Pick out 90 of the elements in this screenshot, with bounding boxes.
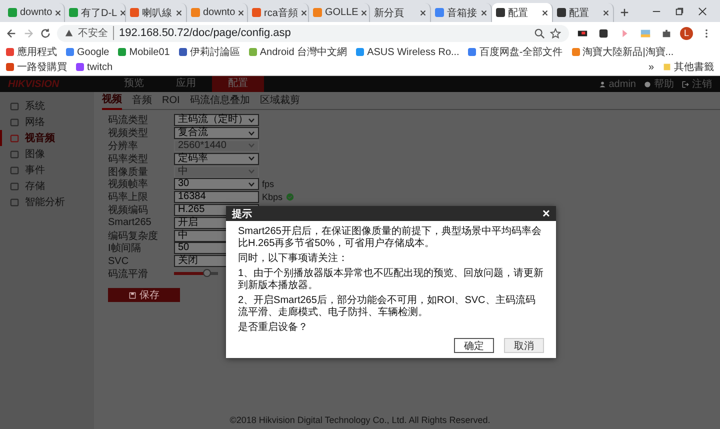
more-bookmarks-button[interactable]: » — [648, 62, 654, 72]
close-icon[interactable] — [481, 10, 487, 16]
bookmark[interactable]: Android 台灣中文網 — [248, 45, 348, 59]
close-icon[interactable] — [420, 10, 426, 16]
slider[interactable] — [174, 272, 218, 276]
bookmark[interactable]: 應用程式 — [6, 45, 57, 59]
close-icon[interactable] — [300, 10, 307, 16]
sidebar-item[interactable]: 智能分析 — [0, 194, 94, 210]
dropdown[interactable]: 复合流 — [174, 127, 259, 140]
profile-avatar[interactable]: L — [680, 26, 693, 40]
sidebar-item[interactable]: 图像 — [0, 146, 94, 162]
field-label: 图像质量 — [108, 166, 149, 178]
bookmark[interactable]: 一路發購買 — [6, 60, 67, 74]
folder-icon — [663, 63, 671, 71]
close-icon[interactable] — [176, 10, 182, 16]
close-icon[interactable] — [698, 7, 707, 16]
dialog-text: 1、由于个别播放器版本异常也不匹配出现的预览、回放问题，请更新到新版本播放器。 — [238, 268, 544, 292]
dropdown[interactable]: 30 — [174, 178, 259, 190]
address-bar[interactable]: 不安全 192.168.50.72/doc/page/config.asp — [57, 24, 569, 42]
bookmark[interactable]: 百度网盘-全部文件 — [468, 45, 563, 59]
close-icon[interactable] — [361, 10, 368, 16]
save-button[interactable]: 保存 — [108, 288, 180, 302]
security-label: 不安全 — [78, 26, 114, 40]
sub-tab[interactable]: ROI — [162, 92, 180, 108]
bookmark[interactable]: twitch — [76, 62, 113, 72]
bookmark[interactable]: 伊莉討論區 — [178, 45, 240, 59]
field-label: SVC — [108, 256, 130, 267]
field-label: 视频帧率 — [108, 178, 149, 192]
bookmark[interactable]: ASUS Wireless Ro... — [356, 46, 460, 58]
logo: HIKVISION — [7, 78, 60, 90]
sidebar-item[interactable]: 事件 — [0, 162, 94, 178]
reload-icon[interactable] — [40, 28, 51, 38]
copyright-text: ©2018 Hikvision Digital Technology Co., Ltd. All Rights Reserved. — [228, 415, 492, 427]
sub-tab[interactable]: 区域裁剪 — [260, 92, 300, 108]
confirm-button[interactable]: 确定 — [454, 338, 494, 353]
new-tab-icon[interactable] — [620, 8, 629, 17]
field-label: I帧间隔 — [108, 242, 142, 256]
unit-label: Kbps — [262, 192, 283, 202]
back-icon[interactable] — [6, 28, 17, 38]
field-label: 码流平滑 — [108, 268, 149, 281]
dialog-text: 是否重启设备？ — [238, 322, 309, 334]
field-label: Smart265 — [108, 217, 152, 228]
browser-tab[interactable]: 配置 — [492, 3, 553, 22]
cancel-button[interactable]: 取消 — [504, 338, 544, 353]
field-label: 码率类型 — [108, 152, 149, 166]
unit-label: fps — [262, 179, 274, 190]
close-icon[interactable] — [238, 10, 244, 16]
other-bookmarks[interactable]: 其他書籤 — [663, 60, 714, 74]
nav-tab[interactable]: 配置 — [212, 76, 264, 92]
dropdown[interactable]: 主码流（定时） — [174, 114, 259, 126]
zoom-icon[interactable] — [534, 28, 545, 38]
sidebar-item[interactable]: 视音频 — [0, 130, 94, 146]
restore-icon[interactable] — [675, 7, 684, 16]
sidebar-item[interactable]: 系统 — [0, 98, 94, 114]
close-icon[interactable] — [603, 10, 609, 16]
bookmark[interactable]: Google — [66, 46, 110, 58]
field-label: 分辨率 — [108, 140, 139, 153]
warning-icon[interactable] — [65, 29, 73, 37]
user-name: admin — [608, 78, 636, 90]
logout-icon[interactable] — [682, 80, 689, 88]
user-icon — [598, 80, 606, 88]
star-icon[interactable] — [550, 28, 561, 38]
close-icon[interactable] — [542, 10, 548, 16]
close-button[interactable]: ✕ — [542, 208, 550, 220]
close-icon[interactable] — [120, 10, 125, 16]
extension-icon[interactable] — [598, 28, 609, 38]
input-field[interactable]: 16384 — [174, 191, 259, 204]
bookmark[interactable]: 淘寶大陸新品|淘寶... — [572, 45, 674, 59]
nav-tab[interactable]: 预览 — [108, 76, 160, 92]
bookmark[interactable]: Mobile01 — [118, 46, 170, 58]
save-icon — [128, 292, 136, 299]
field-label: 码率上限 — [108, 190, 149, 204]
sidebar-item[interactable]: 网络 — [0, 114, 94, 130]
close-icon[interactable] — [55, 10, 62, 16]
field-label: 视频编码 — [108, 204, 149, 217]
field-label: 视频类型 — [108, 126, 149, 140]
nav-tab[interactable]: 应用 — [160, 76, 212, 92]
sidebar-item[interactable]: 存储 — [0, 178, 94, 194]
sub-tab[interactable]: 码流信息叠加 — [190, 92, 250, 108]
url-text: 192.168.50.72/doc/page/config.asp — [119, 27, 291, 39]
help-link[interactable]: 帮助 — [654, 77, 674, 91]
dialog-text: 2、开启Smart265后，部分功能会不可用，如ROI、SVC、主码流码流平滑、走廊模式、电子防抖、车辆检测。 — [238, 295, 536, 319]
sub-tab[interactable]: 视频 — [102, 92, 122, 110]
dropdown[interactable]: 定码率 — [174, 152, 259, 165]
sub-tab[interactable]: 音频 — [132, 92, 152, 108]
logout-link[interactable]: 注销 — [692, 77, 712, 91]
caret-icon — [248, 156, 255, 162]
caret-icon — [248, 118, 255, 123]
field-label: 码流类型 — [108, 114, 149, 128]
field-label: 编码复杂度 — [108, 230, 159, 242]
